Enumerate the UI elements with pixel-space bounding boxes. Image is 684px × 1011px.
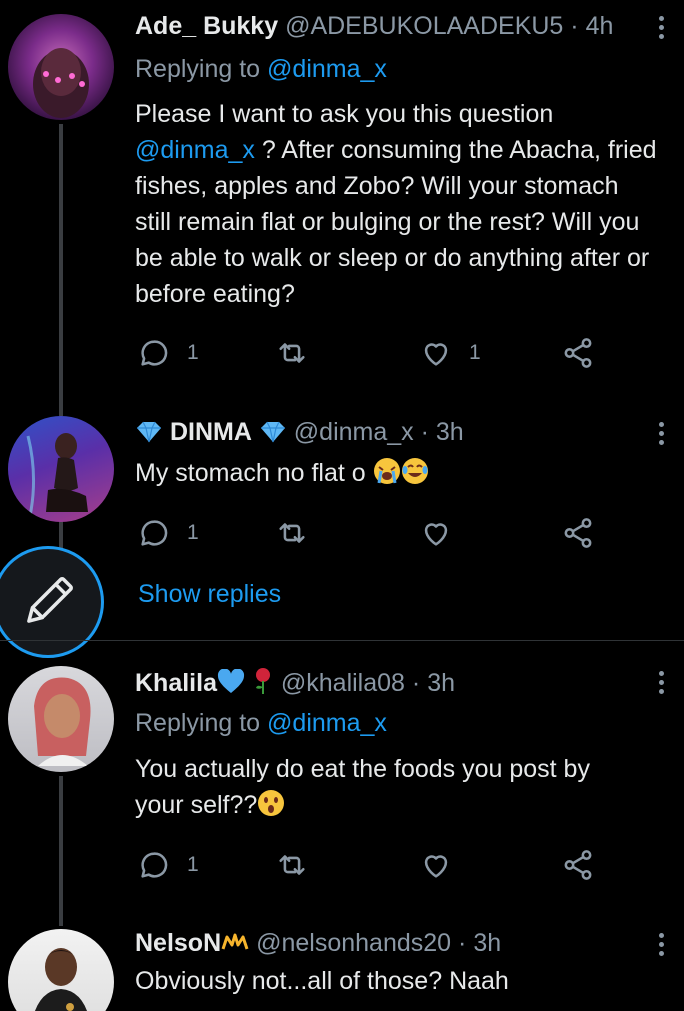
more-options-icon[interactable]: [658, 671, 666, 698]
user-handle[interactable]: @khalila08: [281, 669, 405, 697]
compose-icon: [27, 577, 73, 623]
reply-icon: [141, 340, 168, 366]
user-handle[interactable]: @dinma_x: [294, 418, 414, 446]
avatar[interactable]: [8, 416, 114, 522]
separator: ·: [420, 418, 429, 446]
reply-count: 1: [187, 341, 199, 364]
timestamp[interactable]: 3h: [427, 669, 455, 697]
separator: ·: [458, 929, 467, 957]
separator: ·: [570, 12, 579, 40]
more-options-icon[interactable]: [658, 16, 666, 43]
tweet-actions: 1 1: [137, 336, 607, 370]
tweet-header: NelsoN @nelsonhands20 · 3h: [135, 929, 501, 958]
replying-to: Replying to @dinma_x: [135, 709, 387, 738]
display-name[interactable]: Ade_ Bukky: [135, 12, 278, 40]
reply-button[interactable]: 1: [137, 336, 199, 370]
tweet-ade-bukky[interactable]: Ade_ Bukky @ADEBUKOLAADEKU5 · 4h Replyin…: [0, 0, 684, 400]
display-name[interactable]: Khalila: [135, 669, 217, 697]
show-replies-link[interactable]: Show replies: [138, 580, 281, 609]
reply-button[interactable]: 1: [137, 848, 199, 882]
reply-icon: [141, 520, 168, 546]
replying-mention-link[interactable]: @dinma_x: [267, 709, 387, 737]
more-options-icon[interactable]: [658, 422, 666, 449]
tweet-text: My stomach no flat o: [135, 455, 660, 491]
retweet-icon: [279, 343, 305, 363]
mention-link[interactable]: @dinma_x: [135, 136, 255, 164]
tweet-nelson[interactable]: NelsoN @nelsonhands20 · 3h Obviously not…: [0, 921, 684, 1011]
crown-icon: [221, 929, 249, 957]
tweet-text: Please I want to ask you this question @…: [135, 96, 660, 312]
share-button[interactable]: [561, 848, 595, 882]
timestamp[interactable]: 3h: [436, 418, 464, 446]
retweet-button[interactable]: [275, 516, 325, 550]
avatar[interactable]: [8, 929, 114, 1011]
share-button[interactable]: [561, 516, 595, 550]
like-button[interactable]: [419, 848, 469, 882]
tweet-text-part: Please I want to ask you this question: [135, 100, 554, 128]
replying-mention-link[interactable]: @dinma_x: [267, 55, 387, 83]
tweet-header: Khalila @khalila08 · 3h: [135, 667, 455, 698]
tweet-text-part: Obviously not...all of those? Naah: [135, 967, 509, 995]
tears-of-joy-emoji-icon: [401, 458, 429, 487]
tweet-text-part: You actually do eat the foods you post b…: [135, 755, 590, 819]
replying-prefix: Replying to: [135, 55, 261, 83]
retweet-button[interactable]: [275, 336, 325, 370]
tweet-khalila[interactable]: Khalila @khalila08 · 3h Replying to @din…: [0, 641, 684, 921]
retweet-icon: [279, 523, 305, 543]
tweet-header: Ade_ Bukky @ADEBUKOLAADEKU5 · 4h: [135, 12, 613, 41]
separator: ·: [411, 669, 421, 697]
user-handle[interactable]: @ADEBUKOLAADEKU5: [285, 12, 563, 40]
timestamp[interactable]: 3h: [473, 929, 501, 957]
user-handle[interactable]: @nelsonhands20: [256, 929, 451, 957]
reply-button[interactable]: 1: [137, 516, 199, 550]
heart-icon: [424, 523, 448, 546]
share-icon: [564, 850, 592, 880]
more-options-icon[interactable]: [658, 933, 666, 960]
timestamp[interactable]: 4h: [586, 12, 614, 40]
share-icon: [564, 338, 592, 368]
tweet-text: Obviously not...all of those? Naah: [135, 963, 660, 999]
tweet-actions: 1: [137, 516, 607, 550]
like-button[interactable]: [419, 516, 469, 550]
diamond-icon: [135, 418, 163, 446]
avatar[interactable]: [8, 666, 114, 772]
rose-icon: [252, 668, 274, 697]
diamond-icon: [259, 418, 287, 446]
heart-icon: [424, 343, 448, 366]
tweet-text: You actually do eat the foods you post b…: [135, 751, 645, 823]
retweet-icon: [279, 855, 305, 875]
like-count: 1: [469, 341, 481, 364]
reply-icon: [141, 852, 168, 878]
display-name[interactable]: NelsoN: [135, 929, 221, 957]
avatar[interactable]: [8, 14, 114, 120]
heart-icon: [424, 855, 448, 878]
retweet-button[interactable]: [275, 848, 325, 882]
tweet-actions: 1: [137, 848, 607, 882]
reply-count: 1: [187, 521, 199, 544]
share-icon: [564, 518, 592, 548]
display-name[interactable]: DINMA: [170, 418, 252, 446]
astonished-face-emoji-icon: [257, 790, 285, 819]
share-button[interactable]: [561, 336, 595, 370]
like-button[interactable]: 1: [419, 336, 481, 370]
replying-to: Replying to @dinma_x: [135, 55, 387, 84]
reply-count: 1: [187, 853, 199, 876]
tweet-text-part: My stomach no flat o: [135, 459, 366, 487]
replying-prefix: Replying to: [135, 709, 261, 737]
tweet-header: DINMA @dinma_x · 3h: [135, 418, 464, 447]
blue-heart-icon: [217, 669, 245, 697]
crying-face-emoji-icon: [373, 458, 401, 487]
